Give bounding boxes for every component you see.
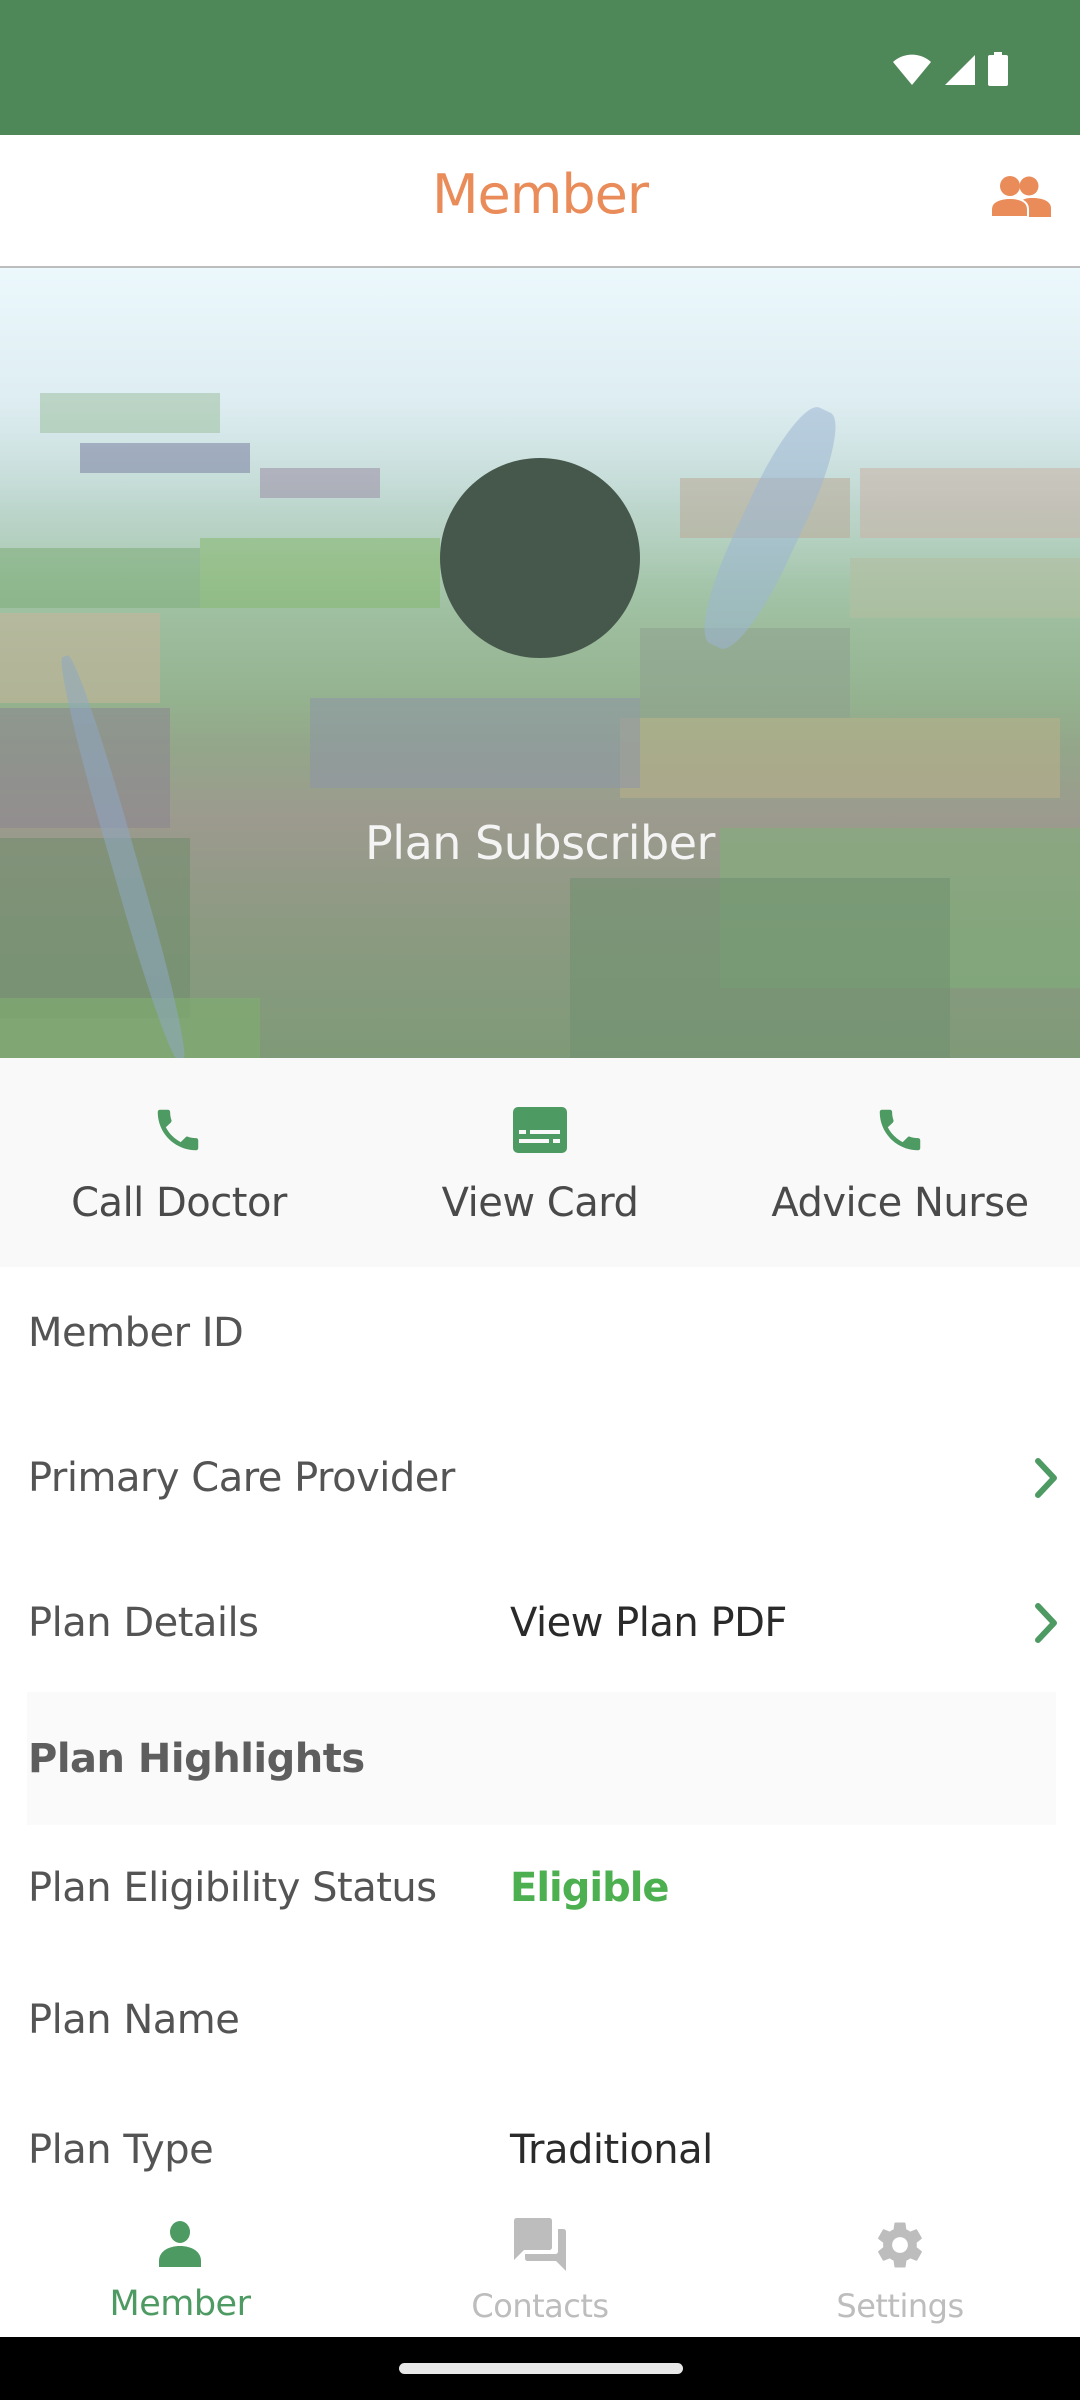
hero-field [640,628,850,718]
chat-icon [508,2213,572,2277]
person-icon [148,2213,212,2277]
subscriber-name: Plan Subscriber [365,816,715,870]
nav-tab-contacts[interactable]: Contacts [360,2185,720,2337]
hero-field [570,878,950,1058]
nav-tab-settings-label: Settings [836,2287,964,2325]
view-plan-pdf-link[interactable]: View Plan PDF [510,1600,787,1646]
phone-icon [148,1100,208,1160]
hero-field [40,393,220,433]
quick-actions: Call Doctor View Card Advice Nurse [0,1058,1080,1267]
primary-care-provider-label: Primary Care Provider [28,1455,455,1501]
nav-tab-member-label: Member [109,2284,251,2324]
plan-type-label: Plan Type [28,2127,214,2173]
hero-field [310,698,640,788]
plan-eligibility-row: Plan Eligibility Status Eligible [0,1828,1080,1948]
avatar[interactable] [440,458,640,658]
plan-type-value: Traditional [510,2127,713,2173]
chevron-right-icon [1032,1455,1062,1501]
phone-icon [870,1100,930,1160]
family-members-button[interactable] [986,169,1056,229]
plan-details-label: Plan Details [28,1600,259,1646]
page-title: Member [431,163,649,226]
eligibility-status-badge: Eligible [510,1865,670,1911]
chevron-right-icon [1032,1600,1062,1646]
member-id-row: Member ID [0,1273,1080,1393]
nav-tab-member[interactable]: Member [0,2185,360,2337]
home-gesture-handle[interactable] [399,2363,683,2374]
advice-nurse-button[interactable]: Advice Nurse [720,1058,1080,1267]
system-navigation-bar [0,2337,1080,2400]
view-card-label: View Card [441,1180,639,1226]
hero-field [0,998,260,1058]
cellular-signal-icon [944,54,976,86]
advice-nurse-label: Advice Nurse [771,1180,1029,1226]
hero-field [260,468,380,498]
plan-highlights-header: Plan Highlights [27,1692,1056,1825]
hero-field [200,538,440,608]
battery-icon [988,52,1008,86]
hero-field [0,548,200,608]
call-doctor-button[interactable]: Call Doctor [0,1058,360,1267]
gear-icon [868,2213,932,2277]
member-id-label: Member ID [28,1310,244,1356]
plan-name-label: Plan Name [28,1997,240,2043]
status-bar [0,0,1080,135]
hero-field [80,443,250,473]
app-header: Member [0,135,1080,268]
call-doctor-label: Call Doctor [71,1180,287,1226]
plan-name-row: Plan Name [0,1960,1080,2080]
card-icon [510,1100,570,1160]
hero-field [860,468,1080,538]
hero-field [850,558,1080,618]
plan-eligibility-label: Plan Eligibility Status [28,1865,437,1911]
wifi-icon [892,54,932,86]
family-members-icon [989,175,1053,223]
status-icons [892,50,1008,86]
primary-care-provider-row[interactable]: Primary Care Provider [0,1418,1080,1538]
profile-hero-banner: Plan Subscriber [0,268,1080,1058]
nav-tab-contacts-label: Contacts [471,2287,609,2325]
view-card-button[interactable]: View Card [360,1058,720,1267]
plan-details-row[interactable]: Plan Details View Plan PDF [0,1563,1080,1683]
plan-highlights-title: Plan Highlights [28,1735,365,1782]
nav-tab-settings[interactable]: Settings [720,2185,1080,2337]
hero-field [620,718,1060,798]
bottom-nav: Member Contacts Settings [0,2185,1080,2337]
